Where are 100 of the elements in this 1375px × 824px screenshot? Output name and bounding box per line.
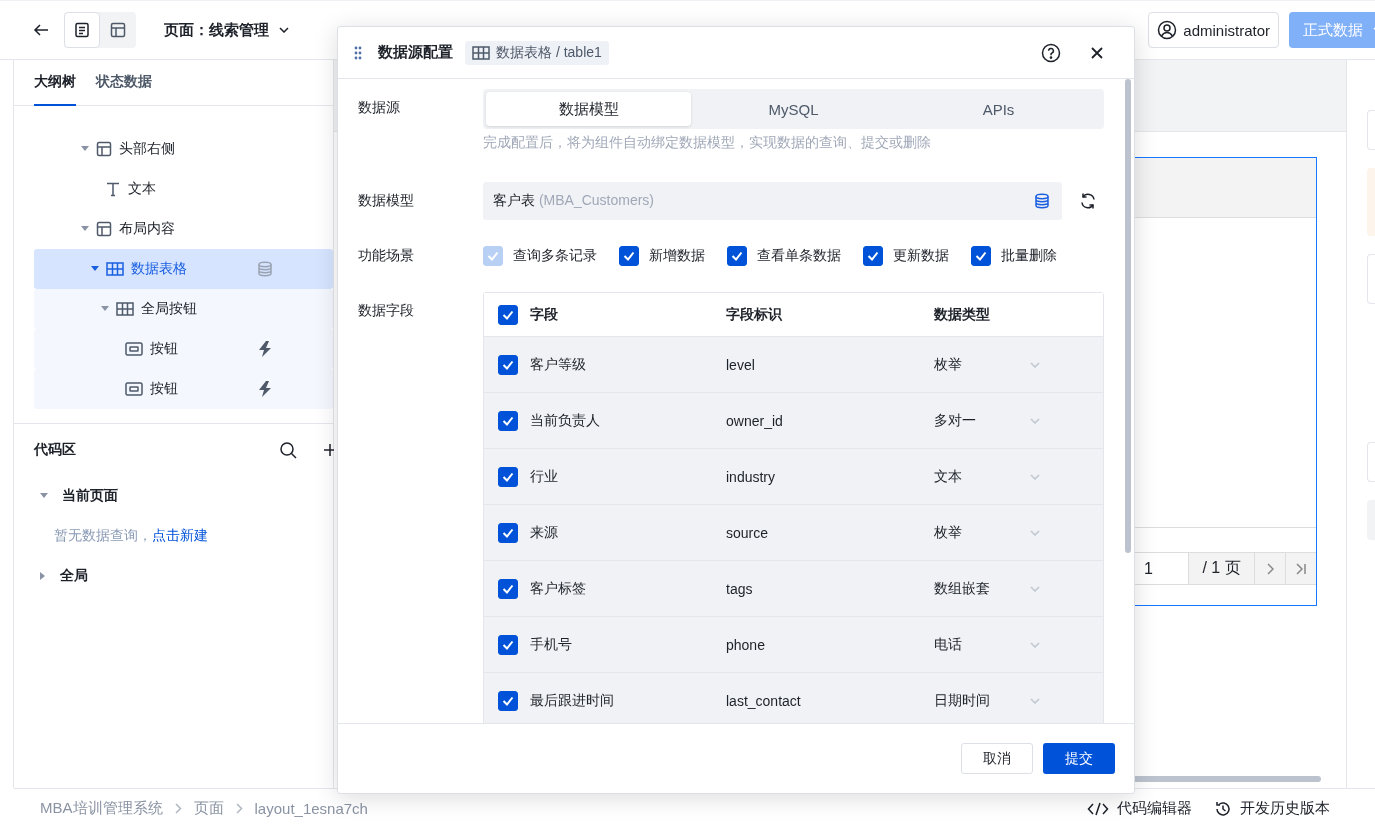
checkbox-label: 查看单条数据	[757, 247, 841, 265]
tree-item[interactable]: 全局按钮	[34, 289, 333, 329]
checkbox[interactable]	[863, 246, 883, 266]
tree-item[interactable]: 全局	[34, 556, 333, 596]
checkbox[interactable]	[498, 690, 518, 711]
checkbox-label: 更新数据	[893, 247, 949, 265]
table-cell-text: phone	[726, 636, 766, 653]
type-select[interactable]: 电话	[934, 635, 1040, 654]
chevron-down-icon	[1030, 417, 1040, 424]
panel-tab[interactable]: 状态数据	[96, 60, 152, 106]
tree-item[interactable]: 文本	[34, 169, 333, 209]
document-icon	[74, 22, 90, 38]
checkbox[interactable]	[498, 304, 518, 325]
tree-item[interactable]: 头部右侧	[34, 129, 333, 169]
checkbox[interactable]	[727, 246, 747, 266]
check-icon	[623, 251, 635, 261]
drag-handle-icon[interactable]	[354, 45, 362, 60]
text-icon	[105, 181, 121, 197]
segment-tab[interactable]: 数据模型	[486, 92, 691, 126]
field-label: 数据模型	[358, 192, 415, 210]
tree-item[interactable]: 当前页面	[34, 476, 333, 516]
field-label: 数据字段	[358, 301, 415, 320]
check-icon	[502, 415, 514, 426]
chevron-right-icon	[235, 803, 243, 814]
table-cell-text: last_contact	[726, 692, 802, 709]
check-icon	[502, 583, 514, 594]
tool-button[interactable]: 开发历史版本	[1214, 799, 1330, 818]
layout-icon	[96, 221, 112, 237]
column-header: 数据类型	[934, 305, 991, 324]
panel-tab[interactable]: 大纲树	[34, 60, 76, 106]
check-icon	[867, 251, 879, 261]
table-cell-text: 行业	[530, 467, 559, 486]
table-cell-text: 客户标签	[530, 579, 587, 598]
checkbox[interactable]	[498, 634, 518, 655]
refresh-icon	[1079, 192, 1097, 210]
type-select[interactable]: 枚举	[934, 523, 1040, 542]
table-cell-text: tags	[726, 580, 754, 597]
chevron-down-icon	[1030, 585, 1040, 592]
checkbox-label: 新增数据	[649, 247, 705, 265]
check-icon	[487, 251, 499, 261]
search-icon[interactable]	[279, 441, 297, 459]
caret-icon	[40, 572, 46, 580]
check-icon	[502, 527, 514, 538]
type-select[interactable]: 枚举	[934, 355, 1040, 374]
field-label: 功能场景	[358, 247, 415, 265]
tree-item[interactable]: 按钮	[34, 329, 333, 369]
tool-button[interactable]: 代码编辑器	[1087, 799, 1192, 818]
check-icon	[731, 251, 743, 261]
checkbox[interactable]	[498, 354, 518, 375]
model-select[interactable]: 客户表 (MBA_Customers)	[483, 182, 1062, 220]
chevron-down-icon	[279, 27, 289, 33]
create-link[interactable]: 点击新建	[152, 527, 208, 545]
table-cell-text: 客户等级	[530, 355, 587, 374]
checkbox[interactable]	[971, 246, 991, 266]
page-selector[interactable]: 页面：线索管理	[164, 20, 289, 40]
check-icon	[502, 359, 514, 370]
checkbox[interactable]	[498, 522, 518, 543]
column-header: 字段标识	[726, 305, 783, 324]
caret-icon	[40, 493, 48, 499]
table-cell-text: level	[726, 356, 756, 373]
type-select[interactable]: 数组嵌套	[934, 579, 1040, 598]
section-title: 代码区	[34, 441, 76, 459]
scrollbar[interactable]	[1125, 79, 1131, 553]
field-label: 数据源	[358, 98, 401, 117]
type-select[interactable]: 文本	[934, 467, 1040, 486]
chevron-down-icon	[1030, 361, 1040, 368]
checkbox[interactable]	[498, 410, 518, 431]
table-cell-text: 最后跟进时间	[530, 691, 615, 710]
tree-item[interactable]: 按钮	[34, 369, 333, 409]
check-icon	[502, 471, 514, 482]
cancel-button[interactable]: 取消	[961, 743, 1033, 774]
segment-tab[interactable]: APIs	[896, 92, 1101, 126]
caret-icon	[91, 266, 99, 272]
grid-icon	[472, 45, 490, 60]
check-icon	[975, 251, 987, 261]
checkbox[interactable]	[619, 246, 639, 266]
empty-message: 暂无数据查询，	[54, 527, 152, 545]
chevron-down-icon	[1030, 641, 1040, 648]
help-icon[interactable]	[1041, 42, 1061, 63]
view-toggle-button[interactable]	[64, 12, 100, 48]
user-button[interactable]: administrator	[1148, 12, 1279, 48]
chevron-down-icon	[1030, 697, 1040, 704]
chevron-down-icon	[1030, 529, 1040, 536]
table-cell-text: industry	[726, 468, 777, 485]
caret-icon	[81, 226, 89, 232]
type-select[interactable]: 多对一	[934, 411, 1040, 430]
tree-item[interactable]: 数据表格	[34, 249, 333, 289]
table-cell-text: owner_id	[726, 412, 784, 429]
type-select[interactable]: 日期时间	[934, 691, 1040, 710]
submit-button[interactable]: 提交	[1043, 743, 1115, 774]
segment-tab[interactable]: MySQL	[691, 92, 896, 126]
button-icon	[125, 342, 143, 356]
tree-item[interactable]: 布局内容	[34, 209, 333, 249]
checkbox-label: 查询多条记录	[513, 247, 597, 265]
table-cell-text: 当前负责人	[530, 411, 601, 430]
grid-icon	[106, 262, 124, 276]
checkbox[interactable]	[498, 466, 518, 487]
checkbox[interactable]	[498, 578, 518, 599]
database-icon	[1034, 193, 1050, 209]
check-icon	[502, 639, 514, 650]
